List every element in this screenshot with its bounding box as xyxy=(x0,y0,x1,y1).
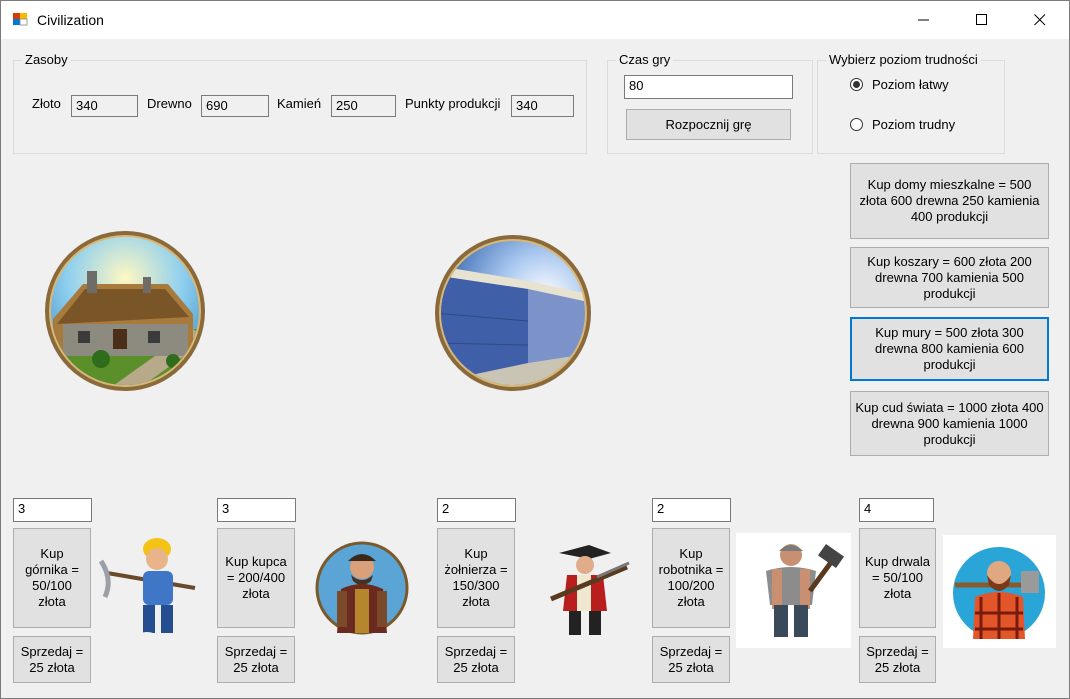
buy-miner-button[interactable]: Kup górnika = 50/100 złota xyxy=(13,528,91,628)
main-window: Civilization Zasoby Złoto 340 Drewno 690… xyxy=(0,0,1070,699)
resources-group: Zasoby Złoto 340 Drewno 690 Kamień 250 P… xyxy=(13,52,587,154)
miner-picture xyxy=(99,538,196,644)
merchant-count-input[interactable]: 3 xyxy=(217,498,296,522)
buy-wonder-button[interactable]: Kup cud świata = 1000 złota 400 drewna 9… xyxy=(850,391,1049,456)
walls-picture xyxy=(435,235,591,391)
sell-miner-button[interactable]: Sprzedaj = 25 złota xyxy=(13,636,91,683)
close-icon xyxy=(1034,14,1046,26)
difficulty-hard-radio[interactable]: Poziom trudny xyxy=(850,117,955,132)
title-bar: Civilization xyxy=(1,1,1069,39)
app-icon xyxy=(13,13,28,26)
sell-merchant-button[interactable]: Sprzedaj = 25 złota xyxy=(217,636,295,683)
miner-count-input[interactable]: 3 xyxy=(13,498,92,522)
game-time-group: Czas gry 80 Rozpocznij grę xyxy=(607,52,813,154)
buy-houses-button[interactable]: Kup domy mieszkalne = 500 złota 600 drew… xyxy=(850,163,1049,239)
wood-label: Drewno xyxy=(147,96,192,111)
difficulty-hard-label: Poziom trudny xyxy=(872,117,956,132)
soldier-picture xyxy=(550,545,630,635)
buy-merchant-button[interactable]: Kup kupca = 200/400 złota xyxy=(217,528,295,628)
stone-field[interactable]: 250 xyxy=(331,95,396,117)
game-time-group-label: Czas gry xyxy=(616,52,674,68)
window-title: Civilization xyxy=(37,12,104,28)
difficulty-group-label: Wybierz poziom trudności xyxy=(826,52,981,68)
production-field[interactable]: 340 xyxy=(511,95,574,117)
stone-label: Kamień xyxy=(277,96,322,111)
merchant-picture xyxy=(315,541,409,635)
minimize-button[interactable] xyxy=(895,1,953,39)
lumberjack-count-input[interactable]: 4 xyxy=(859,498,934,522)
houses-picture xyxy=(45,231,205,391)
buy-lumberjack-button[interactable]: Kup drwala = 50/100 złota xyxy=(859,528,936,628)
start-game-button[interactable]: Rozpocznij grę xyxy=(626,109,791,140)
worker-picture xyxy=(736,533,851,648)
production-label: Punkty produkcji xyxy=(405,96,501,111)
minimize-icon xyxy=(918,19,929,21)
sell-lumberjack-button[interactable]: Sprzedaj = 25 złota xyxy=(859,636,936,683)
gold-field[interactable]: 340 xyxy=(71,95,138,117)
worker-count-input[interactable]: 2 xyxy=(652,498,731,522)
game-time-input[interactable]: 80 xyxy=(624,75,793,99)
difficulty-easy-label: Poziom łatwy xyxy=(872,77,949,92)
sell-worker-button[interactable]: Sprzedaj = 25 złota xyxy=(652,636,730,683)
close-button[interactable] xyxy=(1011,1,1069,39)
buy-worker-button[interactable]: Kup robotnika = 100/200 złota xyxy=(652,528,730,628)
maximize-icon xyxy=(976,14,987,25)
wood-field[interactable]: 690 xyxy=(201,95,269,117)
radio-unselected-icon xyxy=(850,118,863,131)
gold-label: Złoto xyxy=(32,96,61,111)
resources-group-label: Zasoby xyxy=(22,52,71,68)
soldier-count-input[interactable]: 2 xyxy=(437,498,516,522)
buy-barracks-button[interactable]: Kup koszary = 600 złota 200 drewna 700 k… xyxy=(850,247,1049,308)
maximize-button[interactable] xyxy=(953,1,1011,39)
lumberjack-picture xyxy=(943,535,1056,648)
buy-walls-button[interactable]: Kup mury = 500 złota 300 drewna 800 kami… xyxy=(850,317,1049,381)
difficulty-group: Wybierz poziom trudności Poziom łatwy Po… xyxy=(817,52,1005,154)
difficulty-easy-radio[interactable]: Poziom łatwy xyxy=(850,77,949,92)
sell-soldier-button[interactable]: Sprzedaj = 25 złota xyxy=(437,636,515,683)
buy-soldier-button[interactable]: Kup żołnierza = 150/300 złota xyxy=(437,528,515,628)
radio-selected-icon xyxy=(850,78,863,91)
